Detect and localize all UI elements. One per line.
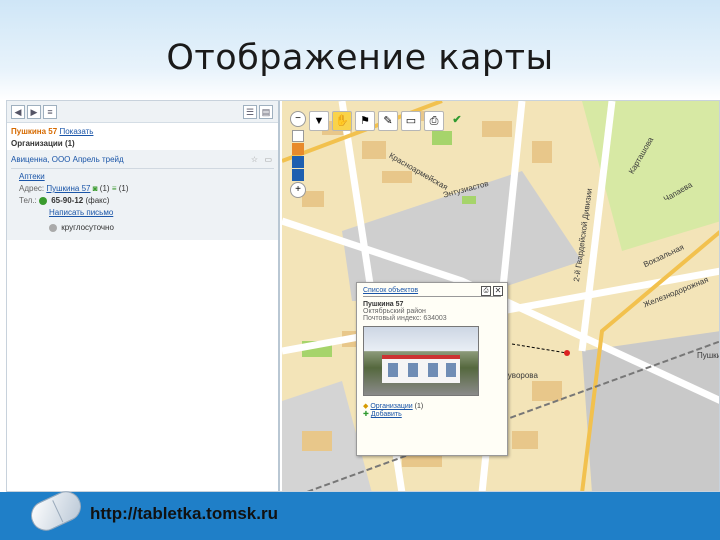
zoom-in-icon[interactable]: +	[290, 182, 306, 198]
folder-icon: ◆	[363, 403, 369, 410]
zoom-level[interactable]	[292, 143, 304, 155]
phone-icon	[38, 196, 47, 205]
building-photo[interactable]	[363, 326, 479, 396]
zoom-level[interactable]	[292, 130, 304, 142]
popup-orgs-link[interactable]: Организации	[370, 403, 412, 410]
zoom-control[interactable]: − +	[290, 111, 310, 221]
print-icon[interactable]: ⎙	[481, 286, 491, 296]
list-view-icon[interactable]: ☰	[243, 105, 257, 119]
list-small-icon: ≡	[111, 184, 117, 193]
flag-icon[interactable]: ⚑	[355, 111, 375, 131]
popup-add-link[interactable]: Добавить	[371, 411, 402, 418]
addr-label: Адрес:	[19, 184, 45, 193]
zoom-level[interactable]	[292, 156, 304, 168]
object-popup: ⎙ ✕ Список объектов Пушкина 57 Октябрьск…	[356, 282, 508, 456]
popup-orgs-count: (1)	[414, 403, 424, 410]
panel-toolbar: ◀ ▶ ≡ ☰ ▤	[7, 101, 278, 123]
star-icon[interactable]: ☆	[251, 154, 258, 166]
street-label: Пушкина	[697, 351, 719, 360]
route-icon[interactable]: ✎	[378, 111, 398, 131]
add-icon: ✚	[363, 411, 369, 418]
show-link[interactable]: Показать	[59, 127, 93, 136]
clock-icon	[49, 223, 57, 232]
write-letter-link[interactable]: Написать письмо	[49, 208, 113, 217]
zoom-level[interactable]	[292, 169, 304, 181]
back-button[interactable]: ◀	[11, 105, 25, 119]
addr-count: (1)	[99, 184, 110, 193]
hours-text: круглосуточно	[61, 223, 114, 232]
addr-count-2: (1)	[118, 184, 129, 193]
footer-url[interactable]: http://tabletka.tomsk.ru	[90, 504, 278, 524]
pointer-icon[interactable]: ▼	[309, 111, 329, 131]
header-address: Пушкина 57	[11, 127, 58, 136]
close-icon[interactable]: ✕	[493, 286, 503, 296]
popup-address: Пушкина 57	[363, 301, 404, 308]
phone-note: (факс)	[85, 196, 110, 205]
map-toolbar: ▼ ✋ ⚑ ✎ ▭ ⎙ ✔	[309, 111, 467, 133]
slide-title: Отображение карты	[166, 38, 554, 78]
zoom-out-icon[interactable]: −	[290, 111, 306, 127]
org-card: Авиценна, ООО Апрель трейд ☆ ▭ Аптеки Ад…	[7, 150, 278, 240]
panel-header: Пушкина 57 Показать Организации (1)	[7, 123, 278, 150]
phone-label: Тел.:	[19, 196, 37, 205]
orgs-label: Организации (1)	[11, 139, 75, 148]
left-panel: ◀ ▶ ≡ ☰ ▤ Пушкина 57 Показать Организаци…	[7, 101, 280, 491]
layers-icon[interactable]: ▭	[401, 111, 421, 131]
print-icon[interactable]: ⎙	[424, 111, 444, 131]
hand-icon[interactable]: ✋	[332, 111, 352, 131]
forward-button[interactable]: ▶	[27, 105, 41, 119]
check-icon[interactable]: ✔	[447, 111, 467, 131]
list-icon[interactable]: ≡	[43, 105, 57, 119]
phone-value: 65-90-12	[51, 196, 84, 205]
category-link[interactable]: Аптеки	[19, 172, 45, 181]
camera-icon: ◙	[92, 184, 98, 193]
addr-link[interactable]: Пушкина 57	[46, 184, 90, 193]
detail-view-icon[interactable]: ▤	[259, 105, 273, 119]
popup-postal: Почтовый индекс: 634003	[363, 315, 447, 322]
org-name[interactable]: Авиценна, ООО Апрель трейд	[11, 155, 124, 164]
popup-district: Октябрьский район	[363, 308, 426, 315]
comment-icon[interactable]: ▭	[264, 154, 272, 166]
